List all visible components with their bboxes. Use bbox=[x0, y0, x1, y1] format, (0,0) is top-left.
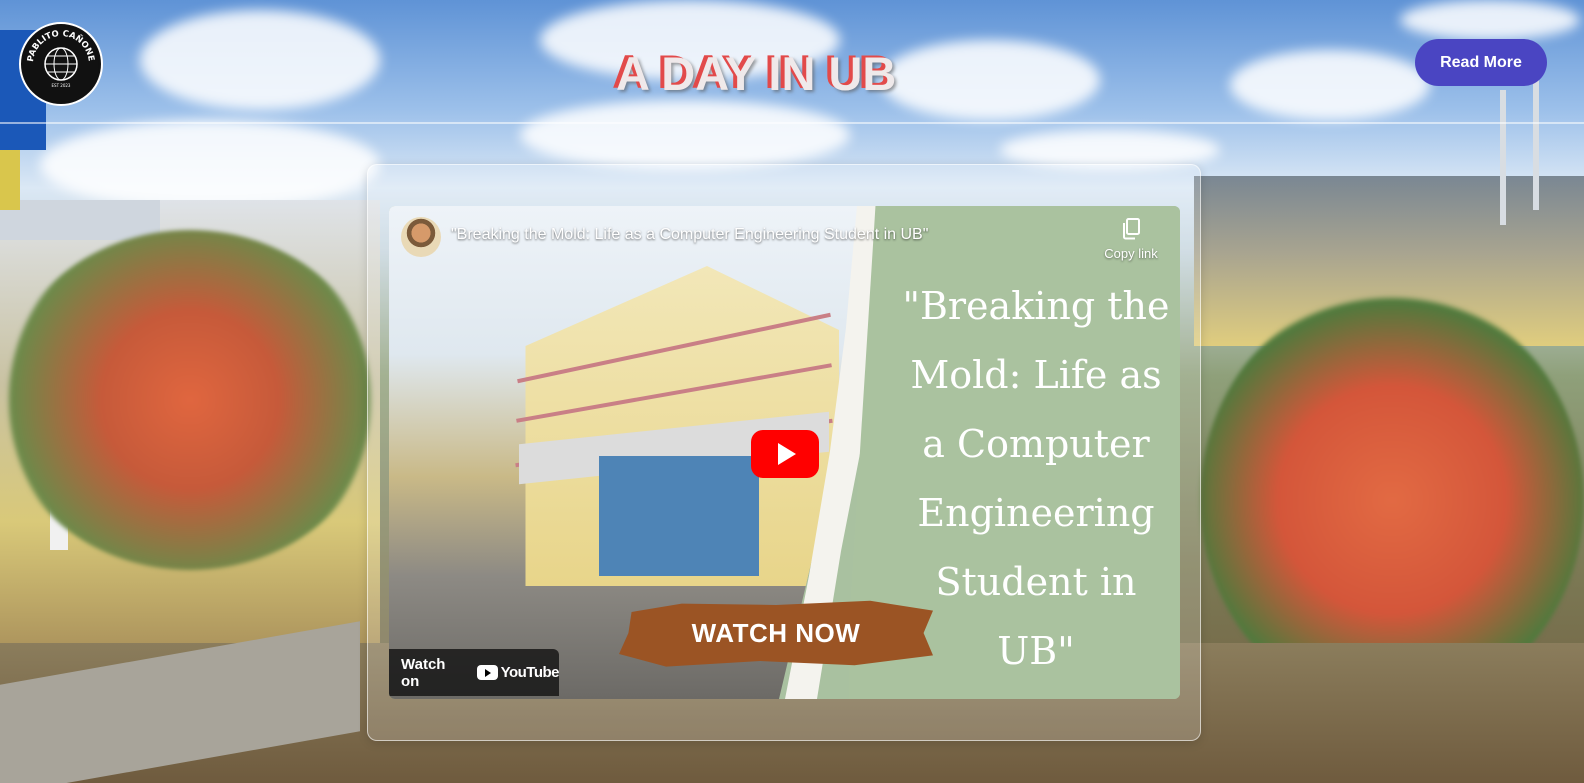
watch-on-label: Watch on bbox=[401, 655, 446, 690]
read-more-button[interactable]: Read More bbox=[1415, 39, 1547, 86]
play-button[interactable] bbox=[751, 430, 819, 478]
video-card: "Breaking the Mold: Life as a Computer E… bbox=[367, 164, 1201, 741]
page: PABLITO CAÑONERO JR EST 2023 A DAY IN UB… bbox=[0, 0, 1584, 783]
svg-text:EST 2023: EST 2023 bbox=[52, 83, 71, 88]
copy-icon bbox=[1123, 218, 1140, 240]
watch-now-label: WATCH NOW bbox=[691, 617, 861, 648]
site-logo[interactable]: PABLITO CAÑONERO JR EST 2023 bbox=[19, 22, 103, 106]
video-title[interactable]: "Breaking the Mold: Life as a Computer E… bbox=[451, 226, 928, 244]
youtube-logo: YouTube bbox=[476, 664, 560, 681]
youtube-label: YouTube bbox=[500, 664, 560, 681]
youtube-play-icon bbox=[476, 665, 498, 680]
page-title: A DAY IN UB bbox=[616, 47, 897, 100]
youtube-embed[interactable]: "Breaking the Mold: Life as a Computer E… bbox=[389, 206, 1180, 699]
globe-logo-icon: PABLITO CAÑONERO JR EST 2023 bbox=[21, 24, 99, 102]
copy-link-label: Copy link bbox=[1104, 246, 1158, 261]
watch-now-banner: WATCH NOW bbox=[619, 600, 933, 667]
thumbnail-title-text: "Breaking the Mold: Life as a Computer E… bbox=[902, 284, 1170, 673]
channel-avatar[interactable] bbox=[401, 217, 441, 257]
copy-link-button[interactable]: Copy link bbox=[1089, 218, 1173, 261]
watch-on-youtube-button[interactable]: Watch on YouTube bbox=[389, 649, 560, 696]
site-header: PABLITO CAÑONERO JR EST 2023 A DAY IN UB… bbox=[0, 0, 1584, 124]
